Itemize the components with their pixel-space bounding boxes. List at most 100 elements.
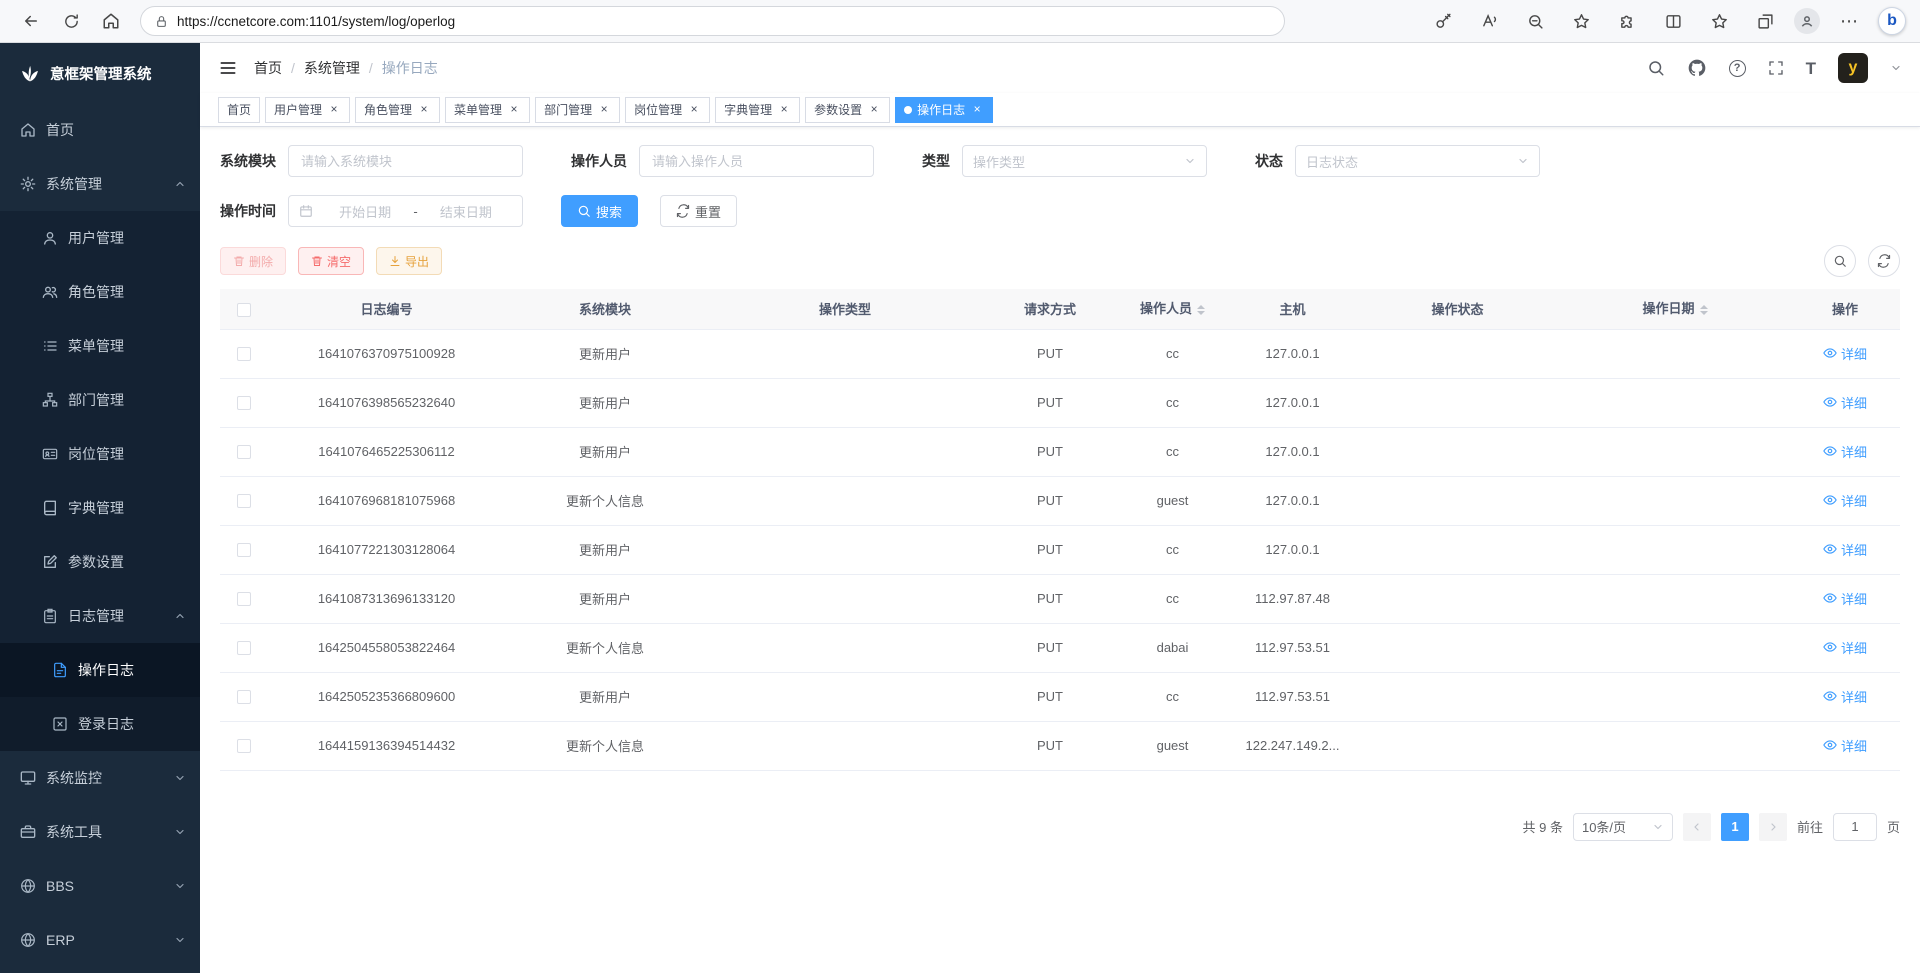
search-icon[interactable]: [1647, 59, 1665, 77]
close-icon[interactable]: ×: [417, 103, 431, 117]
user-avatar[interactable]: [1838, 53, 1868, 83]
module-input[interactable]: [288, 145, 523, 177]
export-button[interactable]: 导出: [376, 247, 442, 275]
read-aloud-button[interactable]: [1472, 5, 1506, 37]
sidebar-item-menu-management[interactable]: 菜单管理: [0, 319, 200, 373]
tab-operation-log[interactable]: 操作日志×: [895, 97, 993, 123]
add-favorite-button[interactable]: [1564, 5, 1598, 37]
row-checkbox[interactable]: [237, 543, 251, 557]
breadcrumb-item-system[interactable]: 系统管理: [304, 58, 360, 78]
row-checkbox[interactable]: [237, 494, 251, 508]
close-icon[interactable]: ×: [777, 103, 791, 117]
clear-button[interactable]: 清空: [298, 247, 364, 275]
row-checkbox[interactable]: [237, 445, 251, 459]
font-size-icon[interactable]: [1806, 60, 1816, 77]
browser-profile-button[interactable]: [1794, 8, 1820, 34]
detail-link[interactable]: 详细: [1823, 687, 1867, 706]
close-icon[interactable]: ×: [507, 103, 521, 117]
type-select[interactable]: 操作类型: [962, 145, 1207, 177]
tab-home[interactable]: 首页: [218, 97, 260, 123]
sidebar-item-yi-framework[interactable]: Yi框架: [0, 967, 200, 973]
sidebar-item-login-log[interactable]: 登录日志: [0, 697, 200, 751]
current-page[interactable]: 1: [1721, 813, 1749, 841]
detail-link[interactable]: 详细: [1823, 442, 1867, 461]
sidebar-item-log-management[interactable]: 日志管理: [0, 589, 200, 643]
column-operator[interactable]: 操作人员: [1115, 289, 1230, 329]
date-range-picker[interactable]: 开始日期 - 结束日期: [288, 195, 523, 227]
breadcrumb-item-home[interactable]: 首页: [254, 58, 282, 78]
type-cell: [705, 427, 985, 476]
close-icon[interactable]: ×: [687, 103, 701, 117]
sidebar-item-dict-management[interactable]: 字典管理: [0, 481, 200, 535]
tab-user-management[interactable]: 用户管理×: [265, 97, 350, 123]
close-icon[interactable]: ×: [597, 103, 611, 117]
detail-link[interactable]: 详细: [1823, 393, 1867, 412]
sidebar-toggle-button[interactable]: [218, 58, 238, 78]
split-screen-button[interactable]: [1656, 5, 1690, 37]
sidebar-item-post-management[interactable]: 岗位管理: [0, 427, 200, 481]
type-cell: [705, 574, 985, 623]
sidebar-item-role-management[interactable]: 角色管理: [0, 265, 200, 319]
browser-home-button[interactable]: [94, 5, 128, 37]
sidebar-item-system-tools[interactable]: 系统工具: [0, 805, 200, 859]
sidebar-item-erp[interactable]: ERP: [0, 913, 200, 967]
tab-role-management[interactable]: 角色管理×: [355, 97, 440, 123]
help-icon[interactable]: [1729, 60, 1746, 77]
row-checkbox[interactable]: [237, 739, 251, 753]
tab-post-management[interactable]: 岗位管理×: [625, 97, 710, 123]
extensions-button[interactable]: [1610, 5, 1644, 37]
page-size-select[interactable]: 10条/页: [1573, 813, 1673, 841]
detail-link[interactable]: 详细: [1823, 344, 1867, 363]
tab-param-settings[interactable]: 参数设置×: [805, 97, 890, 123]
sidebar-item-bbs[interactable]: BBS: [0, 859, 200, 913]
lock-icon[interactable]: [155, 15, 168, 28]
sidebar-item-dept-management[interactable]: 部门管理: [0, 373, 200, 427]
delete-button[interactable]: 删除: [220, 247, 286, 275]
address-bar[interactable]: https://ccnetcore.com:1101/system/log/op…: [140, 6, 1285, 36]
search-button[interactable]: 搜索: [561, 195, 638, 227]
reset-button[interactable]: 重置: [660, 195, 737, 227]
detail-link[interactable]: 详细: [1823, 638, 1867, 657]
select-all-checkbox[interactable]: [237, 303, 251, 317]
close-icon[interactable]: ×: [327, 103, 341, 117]
refresh-table-button[interactable]: [1868, 245, 1900, 277]
bing-chat-button[interactable]: [1878, 7, 1906, 35]
row-checkbox[interactable]: [237, 347, 251, 361]
column-date[interactable]: 操作日期: [1560, 289, 1790, 329]
sidebar-item-home[interactable]: 首页: [0, 103, 200, 157]
chevron-down-icon[interactable]: [1890, 62, 1902, 74]
sidebar-item-user-management[interactable]: 用户管理: [0, 211, 200, 265]
favorites-button[interactable]: [1702, 5, 1736, 37]
sidebar-item-system-monitor[interactable]: 系统监控: [0, 751, 200, 805]
detail-link[interactable]: 详细: [1823, 589, 1867, 608]
github-icon[interactable]: [1687, 58, 1707, 78]
prev-page-button[interactable]: [1683, 813, 1711, 841]
close-icon[interactable]: ×: [867, 103, 881, 117]
zoom-out-button[interactable]: [1518, 5, 1552, 37]
goto-page-input[interactable]: [1833, 813, 1877, 841]
sidebar-item-param-settings[interactable]: 参数设置: [0, 535, 200, 589]
row-checkbox[interactable]: [237, 396, 251, 410]
row-checkbox[interactable]: [237, 641, 251, 655]
next-page-button[interactable]: [1759, 813, 1787, 841]
row-checkbox[interactable]: [237, 592, 251, 606]
password-key-button[interactable]: [1426, 5, 1460, 37]
detail-link[interactable]: 详细: [1823, 540, 1867, 559]
more-options-button[interactable]: [1832, 5, 1866, 37]
status-select[interactable]: 日志状态: [1295, 145, 1540, 177]
browser-back-button[interactable]: [14, 5, 48, 37]
close-icon[interactable]: ×: [970, 103, 984, 117]
row-checkbox[interactable]: [237, 690, 251, 704]
detail-link[interactable]: 详细: [1823, 736, 1867, 755]
sidebar-item-operation-log[interactable]: 操作日志: [0, 643, 200, 697]
browser-refresh-button[interactable]: [54, 5, 88, 37]
operator-input[interactable]: [639, 145, 874, 177]
tab-dept-management[interactable]: 部门管理×: [535, 97, 620, 123]
tab-menu-management[interactable]: 菜单管理×: [445, 97, 530, 123]
detail-link[interactable]: 详细: [1823, 491, 1867, 510]
fullscreen-icon[interactable]: [1768, 60, 1784, 76]
toggle-search-button[interactable]: [1824, 245, 1856, 277]
sidebar-item-system-management[interactable]: 系统管理: [0, 157, 200, 211]
collections-button[interactable]: [1748, 5, 1782, 37]
tab-dict-management[interactable]: 字典管理×: [715, 97, 800, 123]
